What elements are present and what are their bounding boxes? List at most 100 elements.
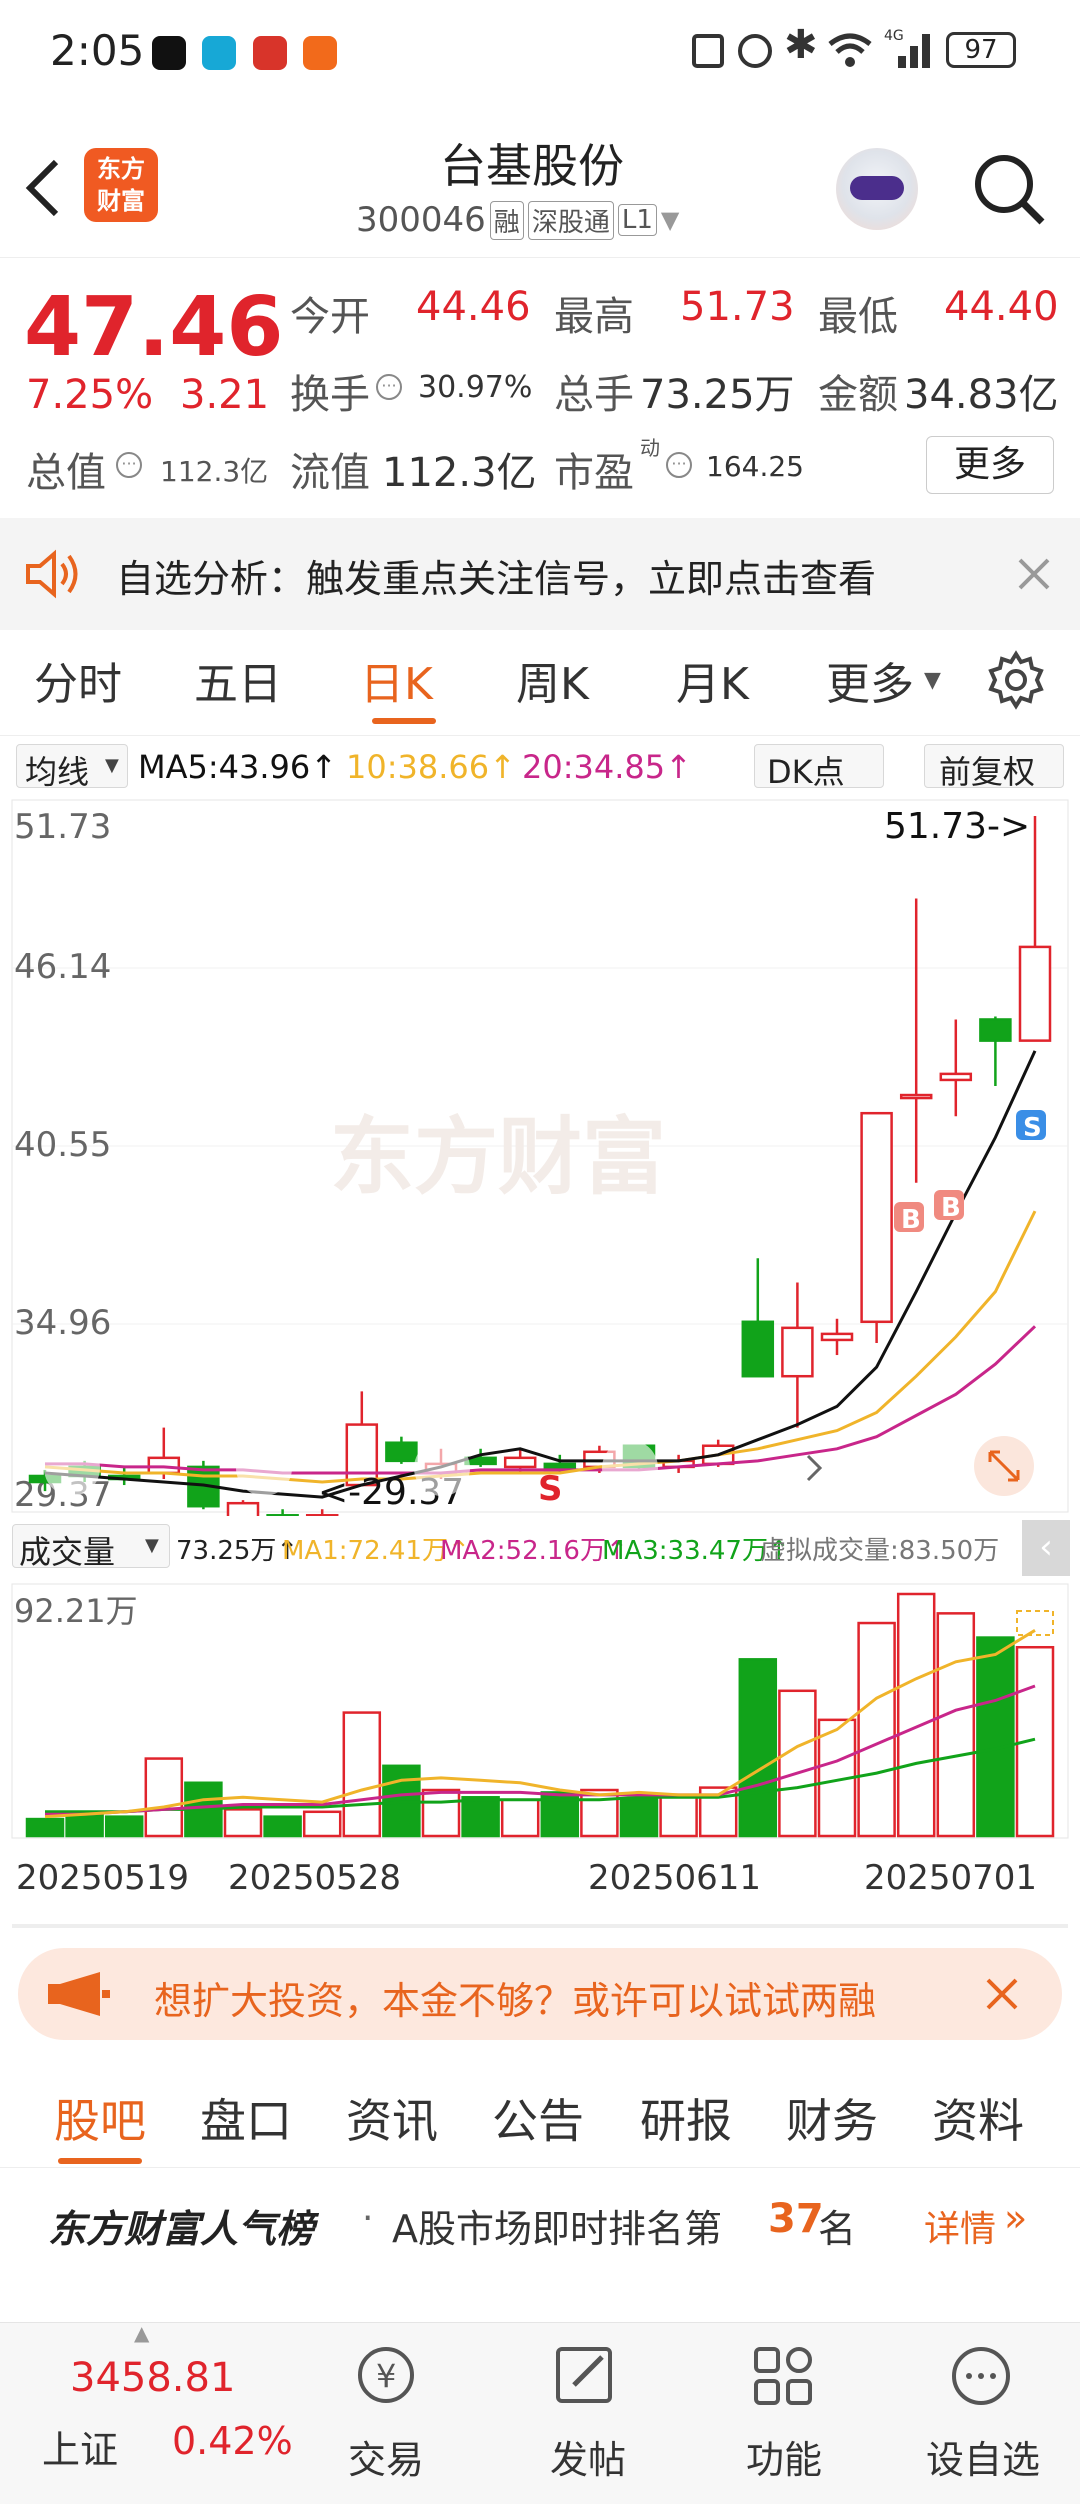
promo-banner[interactable]: 想扩大投资，本金不够？或许可以试试两融 bbox=[18, 1948, 1062, 2040]
watchlist-nav-item[interactable]: 设自选 bbox=[918, 2343, 1048, 2493]
chart-prev-control[interactable] bbox=[602, 1440, 658, 1496]
volume-bar-20 bbox=[778, 1689, 817, 1838]
promo-close-icon[interactable] bbox=[982, 1974, 1022, 2014]
pe-value: 164.25 bbox=[706, 450, 804, 483]
candle-3 bbox=[107, 1466, 141, 1486]
tab-order-book[interactable]: 盘口 bbox=[200, 2085, 292, 2151]
pe-info-icon[interactable]: ··· bbox=[666, 452, 692, 478]
tab-weekly-k[interactable]: 周K bbox=[516, 648, 589, 712]
high-label: 最高 bbox=[554, 294, 634, 340]
volume-chart[interactable]: 92.21万 bbox=[0, 1580, 1080, 1840]
dropdown-arrow-icon[interactable]: ▼ bbox=[661, 206, 679, 234]
rank-number: 37 bbox=[768, 2196, 824, 2242]
candle-26 bbox=[1018, 816, 1052, 1042]
rank-text-pre: A股市场即时排名第 bbox=[392, 2207, 722, 2251]
collapse-panel-icon[interactable]: ‹ bbox=[1022, 1520, 1070, 1576]
margin-tag: 融 bbox=[489, 200, 524, 240]
function-nav-item[interactable]: 功能 bbox=[728, 2343, 840, 2493]
volume-value: 73.25万 bbox=[640, 372, 795, 418]
megaphone-icon bbox=[48, 1972, 110, 2016]
signal-sell-1[interactable]: S bbox=[538, 1469, 563, 1509]
svg-text:4G: 4G bbox=[884, 28, 904, 44]
wifi-icon bbox=[828, 33, 872, 67]
close-icon[interactable] bbox=[1016, 556, 1052, 592]
popularity-rank-row[interactable]: 东方财富人气榜 · A股市场即时排名第 37 名 详情 » bbox=[0, 2170, 1080, 2278]
tab-announcements[interactable]: 公告 bbox=[492, 2085, 584, 2151]
ma-selector[interactable]: 均线 ▼ bbox=[16, 744, 128, 791]
candle-6 bbox=[226, 1500, 260, 1516]
volume-bar-6 bbox=[223, 1808, 263, 1838]
tab-research[interactable]: 研报 bbox=[640, 2085, 732, 2151]
rank-text-post: 名 bbox=[818, 2207, 857, 2251]
trade-nav-item[interactable]: ¥ 交易 bbox=[330, 2343, 442, 2493]
signal-icon: 4G bbox=[884, 28, 930, 68]
dk-point-button[interactable]: DK点 bbox=[754, 744, 884, 791]
adjust-label: 前复权 bbox=[939, 753, 1036, 791]
orange-app-icon bbox=[303, 36, 337, 70]
adjust-button[interactable]: 前复权 bbox=[924, 744, 1064, 791]
search-icon[interactable] bbox=[972, 152, 1048, 228]
robot-visor bbox=[850, 176, 904, 200]
trade-icon: ¥ bbox=[358, 2347, 414, 2403]
tab-monthly-k[interactable]: 月K bbox=[676, 648, 749, 712]
last-price: 47.46 bbox=[24, 280, 284, 375]
more-button[interactable]: 更多 bbox=[926, 436, 1054, 494]
ma20-value: 20:34.85↑ bbox=[522, 748, 692, 786]
post-nav-item[interactable]: 发帖 bbox=[530, 2343, 642, 2493]
turnover-info-icon[interactable]: ··· bbox=[376, 374, 402, 400]
tab-forum[interactable]: 股吧 bbox=[54, 2085, 146, 2151]
signal-sell-2[interactable]: S bbox=[1016, 1110, 1046, 1143]
chart-zoom-in-control[interactable] bbox=[414, 1440, 470, 1496]
rank-details-link[interactable]: 详情 bbox=[924, 2200, 996, 2252]
settings-gear-icon[interactable] bbox=[986, 650, 1046, 710]
stock-title: 台基股份 bbox=[440, 139, 624, 193]
x-date-2: 20250528 bbox=[228, 1858, 402, 1898]
svg-text:¥: ¥ bbox=[376, 2357, 396, 2395]
tab-intraday[interactable]: 分时 bbox=[34, 648, 122, 712]
tab-news[interactable]: 资讯 bbox=[346, 2085, 438, 2151]
ma10-value: 10:38.66↑ bbox=[346, 748, 516, 786]
tab-more[interactable]: 更多 bbox=[826, 648, 914, 712]
chart-next-arrow-icon[interactable] bbox=[806, 1454, 823, 1482]
app-root: 2:05 ✱ 4G 97 东方 财富 台基股份 300046 融 深股通 L1 … bbox=[0, 0, 1080, 2504]
robot-assistant-icon[interactable] bbox=[836, 148, 918, 230]
promo-text: 想扩大投资，本金不够？或许可以试试两融 bbox=[154, 1979, 877, 2023]
bluetooth-icon: ✱ bbox=[784, 22, 818, 68]
volume-bar-11 bbox=[421, 1788, 461, 1838]
tab-daily-k[interactable]: 日K bbox=[360, 648, 433, 712]
fullscreen-icon[interactable] bbox=[974, 1436, 1034, 1496]
signal-buy-1[interactable]: B bbox=[894, 1202, 924, 1235]
y-label-3: 40.55 bbox=[14, 1125, 111, 1165]
double-chevron-icon: » bbox=[1004, 2196, 1028, 2240]
float-value: 112.3亿 bbox=[382, 450, 537, 496]
post-label: 发帖 bbox=[550, 2438, 627, 2482]
chart-zoom-out-control[interactable] bbox=[236, 1440, 292, 1496]
back-icon[interactable] bbox=[20, 158, 68, 218]
alert-banner[interactable]: 自选分析：触发重点关注信号，立即点击查看 bbox=[0, 518, 1080, 630]
chart-left-control[interactable] bbox=[44, 1440, 100, 1496]
alarm-icon bbox=[738, 34, 772, 68]
kline-chart[interactable]: 东方财富 51.73 46.14 40.55 34.96 29.37 51.73… bbox=[0, 796, 1080, 1516]
volume-selector[interactable]: 成交量 ▼ bbox=[12, 1524, 170, 1571]
flower-app-icon bbox=[253, 36, 287, 70]
signal-buy-2[interactable]: B bbox=[934, 1190, 964, 1223]
tab-five-day[interactable]: 五日 bbox=[194, 648, 282, 712]
volume-bar-22 bbox=[857, 1621, 896, 1838]
volume-bar-24 bbox=[936, 1612, 976, 1838]
rank-title: 东方财富人气榜 bbox=[48, 2207, 315, 2251]
battery-icon: 97 bbox=[946, 32, 1016, 68]
volume-bar-15 bbox=[580, 1788, 619, 1838]
grid-function-icon bbox=[754, 2347, 812, 2405]
volume-bar-25 bbox=[976, 1636, 1015, 1838]
info-icon[interactable]: ··· bbox=[116, 452, 142, 478]
volume-bar-23 bbox=[896, 1592, 936, 1838]
rank-dot: · bbox=[362, 2198, 374, 2239]
index-name: 上证 bbox=[42, 2428, 119, 2472]
ma5-value: MA5:43.96↑ bbox=[138, 748, 338, 786]
index-value[interactable]: 3458.81 bbox=[70, 2355, 235, 2401]
high-value: 51.73 bbox=[680, 284, 795, 330]
volume-bar-4 bbox=[144, 1757, 184, 1838]
tab-profile[interactable]: 资料 bbox=[932, 2085, 1024, 2151]
volume-bar-8 bbox=[302, 1810, 342, 1838]
tab-finance[interactable]: 财务 bbox=[786, 2085, 878, 2151]
